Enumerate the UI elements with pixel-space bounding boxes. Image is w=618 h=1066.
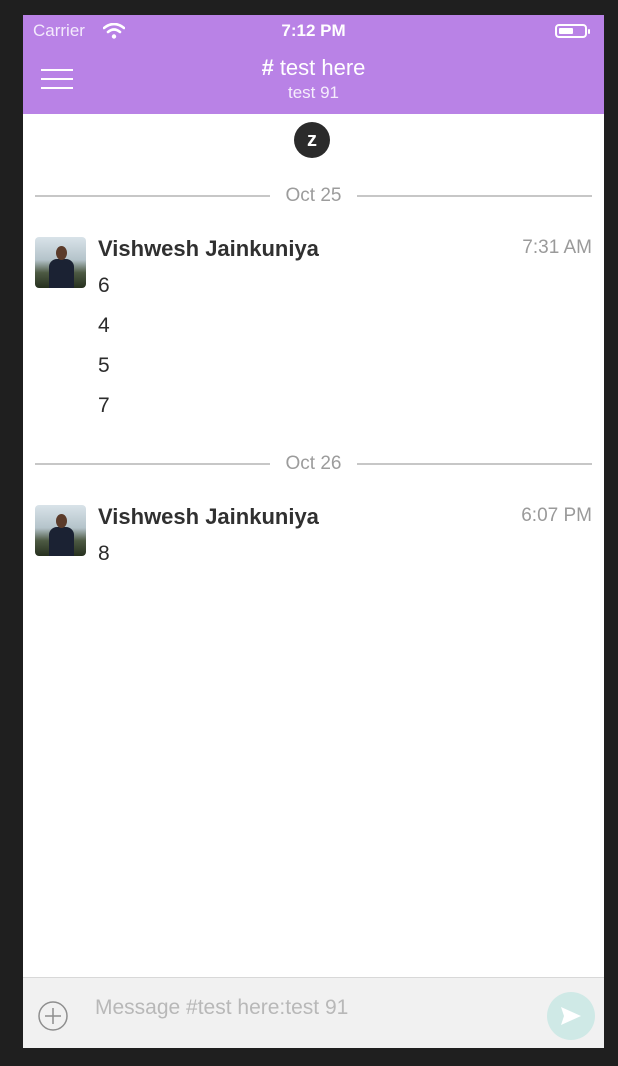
battery-icon	[555, 24, 590, 38]
message-time: 6:07 PM	[521, 505, 592, 526]
message-text: 6	[98, 274, 110, 297]
message-text: 8	[98, 542, 110, 565]
status-bar: Carrier 7:12 PM	[23, 15, 604, 49]
status-clock: 7:12 PM	[281, 21, 346, 40]
sender-name[interactable]: Vishwesh Jainkuniya	[98, 504, 319, 530]
avatar[interactable]	[35, 237, 86, 288]
message-input[interactable]	[95, 994, 535, 1022]
channel-title[interactable]: # test here	[23, 55, 604, 81]
date-divider: Oct 25	[35, 185, 592, 206]
channel-subtitle: test 91	[287, 83, 340, 102]
zulip-logo-icon: z	[294, 122, 330, 158]
channel-name: test here	[279, 55, 366, 80]
message-text: 7	[98, 394, 110, 417]
app-screen: Carrier 7:12 PM # test here test 91 z Oct…	[23, 15, 604, 1048]
message-composer	[23, 977, 604, 1048]
send-button[interactable]	[547, 992, 595, 1040]
channel-hash-icon: #	[261, 55, 274, 80]
message-text: 5	[98, 354, 110, 377]
message-text: 4	[98, 314, 110, 337]
message-time: 7:31 AM	[522, 237, 592, 258]
date-divider: Oct 26	[35, 453, 592, 474]
header-bar: Carrier 7:12 PM # test here test 91	[23, 15, 604, 114]
avatar[interactable]	[35, 505, 86, 556]
sender-name[interactable]: Vishwesh Jainkuniya	[98, 236, 319, 262]
send-icon	[561, 1007, 581, 1025]
add-attachment-icon[interactable]	[38, 1001, 68, 1031]
